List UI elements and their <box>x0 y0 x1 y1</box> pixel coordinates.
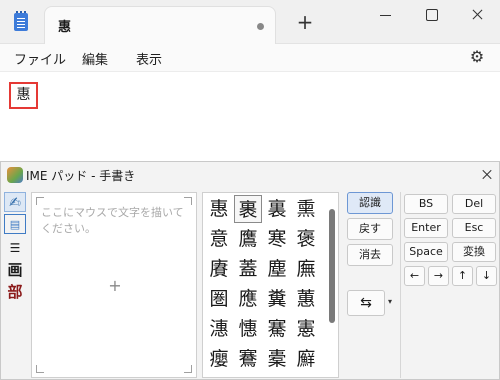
document-tab[interactable]: 惠 <box>44 6 276 44</box>
menu-bar: ファイル 編集 表示 ⚙ <box>0 44 500 72</box>
menu-view[interactable]: 表示 <box>136 49 162 68</box>
ime-close-button[interactable] <box>477 165 497 185</box>
new-tab-button[interactable]: + <box>293 10 317 34</box>
candidate-char[interactable]: 裏 <box>263 195 291 223</box>
convert-key[interactable]: 変換 <box>452 242 496 262</box>
clear-button[interactable]: 消去 <box>347 244 393 266</box>
candidate-scrollbar[interactable] <box>329 209 335 323</box>
settings-gear-icon[interactable]: ⚙ <box>468 48 486 66</box>
divider <box>400 192 401 378</box>
candidate-char[interactable]: 裹 <box>234 195 262 223</box>
candidate-char[interactable]: 意 <box>205 225 233 253</box>
chevron-down-icon[interactable]: ▾ <box>386 296 394 308</box>
candidate-char[interactable]: 糞 <box>263 285 291 313</box>
maximize-button[interactable] <box>408 0 454 30</box>
space-key[interactable]: Space <box>404 242 448 262</box>
escape-key[interactable]: Esc <box>452 218 496 238</box>
arrow-left-key[interactable]: ← <box>404 266 425 286</box>
candidate-char[interactable]: 鷹 <box>234 225 262 253</box>
arrow-up-key[interactable]: ↑ <box>452 266 473 286</box>
arrow-down-key[interactable]: ↓ <box>476 266 497 286</box>
candidate-char[interactable]: 褒 <box>292 225 320 253</box>
arrow-right-key[interactable]: → <box>428 266 449 286</box>
minimize-button[interactable] <box>362 0 408 30</box>
notepad-app-icon <box>14 11 28 31</box>
ime-pad-window: IME パッド - 手書き ✍ ▤ ☰ 画 部 ここにマウスで文字を描いてくださ… <box>0 161 500 380</box>
candidate-char[interactable]: 應 <box>234 285 262 313</box>
candidate-char[interactable]: 橐 <box>263 345 291 373</box>
undo-stroke-button[interactable]: 戻す <box>347 218 393 240</box>
candidate-char[interactable]: 蕙 <box>292 285 320 313</box>
candidate-char[interactable]: 塵 <box>263 255 291 283</box>
backspace-key[interactable]: BS <box>404 194 448 214</box>
crosshair-icon: + <box>108 276 122 295</box>
corner-mark <box>184 365 192 373</box>
close-window-button[interactable] <box>454 0 500 30</box>
unsaved-dot-icon[interactable] <box>257 23 264 30</box>
corner-mark <box>36 197 44 205</box>
menu-edit[interactable]: 編集 <box>82 49 108 68</box>
handwriting-canvas[interactable]: ここにマウスで文字を描いてください。 + <box>31 192 197 378</box>
enter-key[interactable]: Enter <box>404 218 448 238</box>
candidate-char[interactable]: 騫 <box>263 315 291 343</box>
notepad-titlebar: 惠 + <box>0 0 500 44</box>
candidate-char[interactable]: 癭 <box>205 345 233 373</box>
candidate-char[interactable]: 惠 <box>205 195 233 223</box>
ime-pad-app-icon <box>7 167 23 183</box>
ime-pad-titlebar: IME パッド - 手書き <box>1 162 499 188</box>
candidate-char[interactable]: 廡 <box>292 255 320 283</box>
stroke-count-button[interactable]: 画 <box>4 260 26 280</box>
delete-key[interactable]: Del <box>452 194 496 214</box>
ime-pad-title: IME パッド - 手書き <box>26 169 136 183</box>
character-list-icon[interactable]: ▤ <box>4 214 26 234</box>
candidate-char[interactable]: 寒 <box>263 225 291 253</box>
tab-title: 惠 <box>58 20 72 35</box>
candidate-char[interactable]: 熏 <box>292 195 320 223</box>
menu-file[interactable]: ファイル <box>14 49 66 68</box>
candidate-char[interactable]: 廯 <box>292 345 320 373</box>
handwriting-mode-icon[interactable]: ✍ <box>4 192 26 212</box>
candidate-char[interactable]: 賡 <box>205 255 233 283</box>
candidate-char[interactable]: 圏 <box>205 285 233 313</box>
candidate-char[interactable]: 鶱 <box>234 345 262 373</box>
candidate-char[interactable]: 憓 <box>234 315 262 343</box>
radical-button[interactable]: 部 <box>4 282 26 302</box>
draw-hint: ここにマウスで文字を描いてください。 <box>41 206 184 235</box>
candidate-char[interactable]: 蓋 <box>234 255 262 283</box>
recognize-button[interactable]: 認識 <box>347 192 393 214</box>
corner-mark <box>184 197 192 205</box>
soft-keyboard-icon[interactable]: ☰ <box>4 238 26 258</box>
candidate-char[interactable]: 潓 <box>205 315 233 343</box>
candidate-char[interactable]: 憲 <box>292 315 320 343</box>
candidate-list: 惠裹裏熏意鷹寒褒賡蓋塵廡圏應糞蕙潓憓騫憲癭鶱橐廯 <box>202 192 339 378</box>
document-text[interactable]: 惠 <box>9 82 38 109</box>
ime-mode-toolbar: ✍ ▤ ☰ 画 部 <box>4 192 26 378</box>
input-mode-icon[interactable]: ⇆ <box>347 290 385 316</box>
corner-mark <box>36 365 44 373</box>
